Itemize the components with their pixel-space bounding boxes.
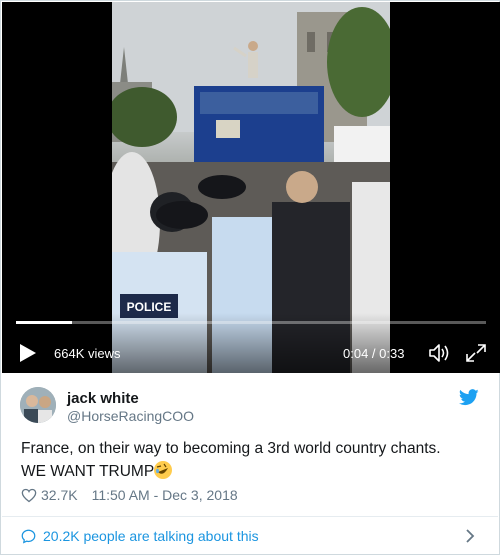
avatar[interactable]: [20, 387, 56, 423]
video-player[interactable]: POLICE 664K views 0:04 / 0:33: [2, 2, 500, 373]
volume-button[interactable]: [427, 342, 451, 364]
tweet-text: France, on their way to becoming a 3rd w…: [21, 437, 481, 483]
view-count: 664K views: [54, 346, 121, 361]
play-button[interactable]: [16, 342, 38, 364]
chevron-right-icon[interactable]: [464, 528, 476, 544]
tweet-timestamp[interactable]: 11:50 AM - Dec 3, 2018: [92, 487, 238, 503]
talking-about-text: 20.2K people are talking about this: [43, 528, 259, 544]
author-handle[interactable]: @HorseRacingCOO: [67, 408, 194, 424]
divider: [2, 516, 498, 517]
talking-about-link[interactable]: 20.2K people are talking about this: [21, 528, 259, 544]
progress-bar[interactable]: [16, 321, 486, 324]
tweet-line-2: WE WANT TRUMP: [21, 460, 481, 483]
video-time: 0:04 / 0:33: [343, 346, 405, 361]
tweet-line-1: France, on their way to becoming a 3rd w…: [21, 440, 441, 457]
comment-bubble-icon: [21, 529, 36, 544]
rolling-laughing-emoji-icon: [154, 461, 173, 479]
tweet-line-2-text: WE WANT TRUMP: [21, 463, 155, 480]
tweet-meta: 32.7K 11:50 AM - Dec 3, 2018: [21, 487, 238, 503]
author-name[interactable]: jack white: [67, 390, 139, 407]
heart-icon[interactable]: [21, 488, 37, 503]
volume-icon: [429, 344, 449, 362]
twitter-bird-icon[interactable]: [458, 389, 479, 406]
svg-text:POLICE: POLICE: [127, 300, 172, 314]
play-icon: [20, 344, 36, 362]
fullscreen-icon: [466, 344, 486, 362]
progress-fill: [16, 321, 73, 324]
avatar-image: [20, 387, 56, 423]
tweet-card: POLICE 664K views 0:04 / 0:33 jack white…: [0, 0, 500, 555]
fullscreen-button[interactable]: [464, 342, 488, 364]
like-count[interactable]: 32.7K: [41, 487, 78, 503]
